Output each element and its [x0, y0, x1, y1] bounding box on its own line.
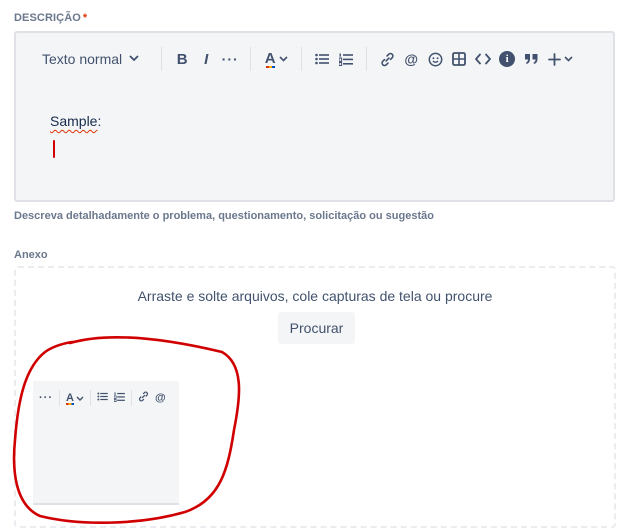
emoji-icon: [428, 52, 443, 66]
description-label: DESCRIÇÃO *: [14, 12, 87, 24]
more-formatting-button[interactable]: ···: [218, 47, 242, 71]
description-helper-text: Descreva detalhadamente o problema, ques…: [14, 210, 434, 222]
attachment-thumbnail[interactable]: ··· A @: [33, 361, 179, 505]
table-icon: [452, 52, 467, 66]
mention-button[interactable]: @: [399, 47, 423, 71]
chevron-down-icon: [76, 392, 84, 404]
misspelled-word: Sample: [50, 113, 98, 129]
description-label-text: DESCRIÇÃO: [14, 12, 81, 24]
italic-button[interactable]: I: [194, 47, 218, 71]
thumbnail-more-icon: ···: [39, 392, 53, 404]
thumbnail-numbered-list-icon: [113, 391, 125, 405]
code-icon: [475, 53, 492, 65]
text-style-dropdown[interactable]: Texto normal: [42, 47, 139, 71]
thumbnail-divider: [59, 390, 60, 406]
thumbnail-text-color-icon: A: [66, 392, 74, 405]
required-mark: *: [82, 12, 88, 24]
issue-form: DESCRIÇÃO * Texto normal B I ··· A @ i S…: [0, 0, 629, 532]
text-style-label: Texto normal: [42, 51, 123, 67]
browse-button[interactable]: Procurar: [278, 312, 355, 344]
editor-toolbar: Texto normal B I ··· A @ i: [16, 33, 613, 85]
info-icon: i: [499, 51, 516, 67]
toolbar-divider: [366, 47, 368, 71]
cursor-annotation: [53, 140, 55, 158]
chevron-down-icon: [279, 54, 288, 64]
info-panel-button[interactable]: i: [495, 47, 519, 71]
numbered-list-icon: [339, 53, 354, 66]
toolbar-divider: [250, 47, 252, 71]
thumbnail-toolbar: ··· A @: [39, 390, 172, 406]
dropzone-instructions: Arraste e solte arquivos, cole capturas …: [137, 288, 493, 304]
thumbnail-header: [33, 361, 179, 381]
thumbnail-link-icon: [138, 391, 149, 405]
link-icon: [381, 52, 394, 66]
plus-icon: [547, 52, 561, 66]
chevron-down-icon: [564, 54, 573, 64]
bold-button[interactable]: B: [170, 47, 194, 71]
content-suffix: :: [97, 113, 102, 129]
attachment-label: Anexo: [14, 249, 48, 261]
toolbar-divider: [161, 47, 163, 71]
code-button[interactable]: [471, 47, 495, 71]
emoji-button[interactable]: [423, 47, 447, 71]
text-color-button[interactable]: A: [259, 47, 293, 71]
thumbnail-bullet-list-icon: [97, 392, 108, 404]
toolbar-divider: [301, 47, 303, 71]
text-color-icon: A: [264, 50, 276, 68]
thumbnail-mention-icon: @: [154, 392, 166, 404]
quote-icon: [524, 54, 538, 64]
bullet-list-button[interactable]: [310, 47, 334, 71]
thumbnail-divider: [130, 390, 132, 406]
thumbnail-divider: [89, 390, 91, 406]
attachment-dropzone[interactable]: Arraste e solte arquivos, cole capturas …: [14, 266, 616, 528]
editor-content[interactable]: Sample:: [50, 113, 101, 129]
insert-dropdown[interactable]: [543, 47, 577, 71]
link-button[interactable]: [375, 47, 399, 71]
table-button[interactable]: [447, 47, 471, 71]
numbered-list-button[interactable]: [334, 47, 358, 71]
bullet-list-icon: [315, 53, 330, 65]
chevron-down-icon: [129, 54, 139, 65]
quote-button[interactable]: [519, 47, 543, 71]
description-editor[interactable]: Texto normal B I ··· A @ i Sample:: [14, 31, 615, 202]
